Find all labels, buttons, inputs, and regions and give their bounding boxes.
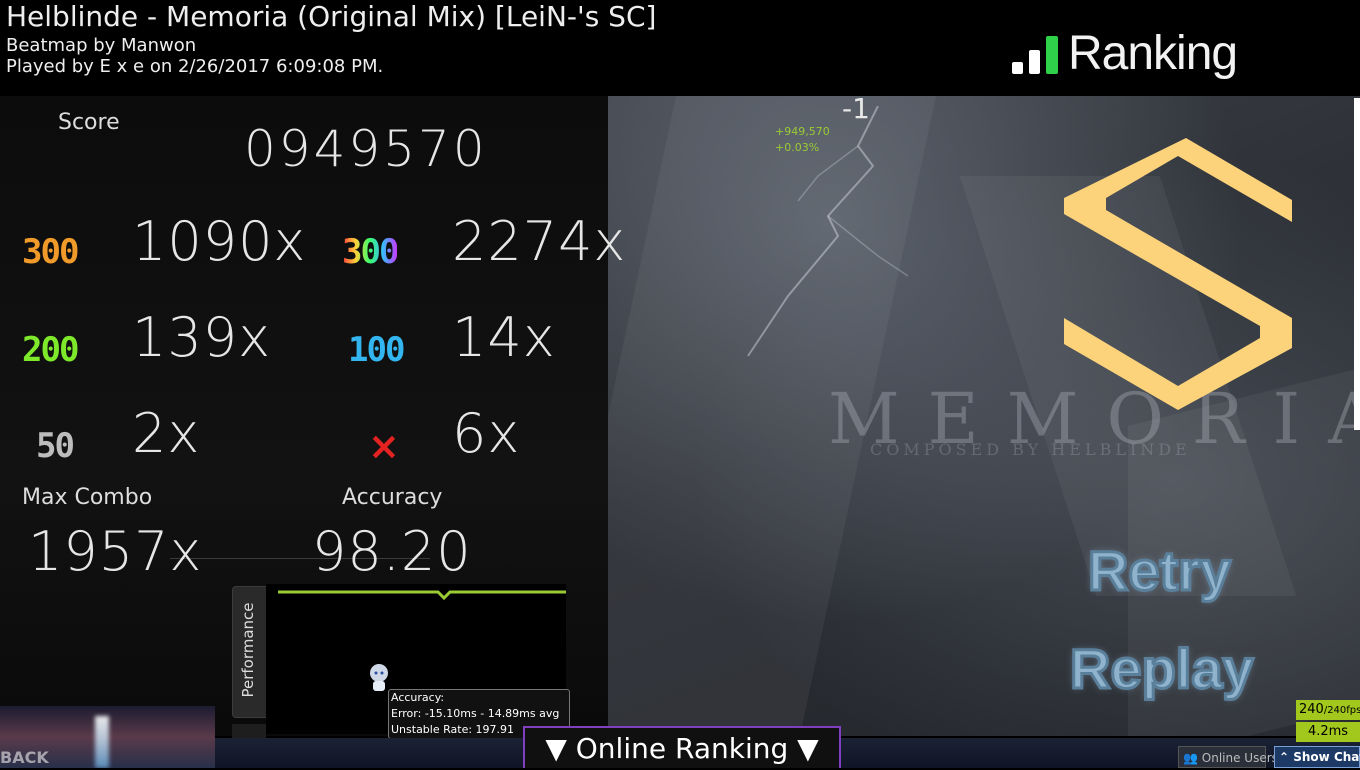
fps-value: 240 (1299, 702, 1324, 717)
combo-delta: -1 (842, 92, 870, 125)
performance-tab[interactable]: Performance (232, 586, 268, 718)
score-gain-value: +949,570 (775, 125, 830, 138)
back-button[interactable]: BACK (0, 748, 49, 767)
chevron-up-icon: ⌃ (1279, 750, 1290, 764)
judgement-300-count: 1090x (132, 210, 307, 273)
signal-bars-icon (1012, 36, 1058, 74)
online-users-label: Online Users (1201, 751, 1278, 765)
performance-tab-label: Performance (239, 602, 257, 698)
judgement-300-icon: 300 (22, 232, 79, 272)
judgement-200-icon: 200 (22, 330, 79, 370)
beatmap-author: Beatmap by Manwon (6, 35, 197, 56)
ranking-title: Ranking (1068, 27, 1238, 80)
judgement-100-icon: 100 (348, 330, 405, 370)
replay-button[interactable]: Replay (1069, 636, 1256, 702)
online-users-button[interactable]: 👥 Online Users (1178, 746, 1278, 768)
tooltip-accuracy-line: Accuracy: (391, 691, 445, 704)
online-ranking-button[interactable]: ▼ Online Ranking ▼ (523, 726, 841, 768)
judgement-50-icon: 50 (36, 426, 75, 466)
judgement-100-count: 14x (452, 306, 556, 369)
score-value: 0949570 (244, 120, 488, 178)
score-gain: +949,570 +0.03% (775, 124, 830, 156)
max-combo-value: 1957x (28, 520, 203, 583)
accuracy-value: 98.20 (312, 520, 472, 583)
max-combo-label: Max Combo (22, 485, 153, 510)
users-icon: 👥 (1183, 751, 1198, 765)
accuracy-label: Accuracy (342, 485, 443, 510)
background-composed-line: COMPOSED BY HELBLINDE (870, 440, 1191, 459)
scrollbar[interactable] (1354, 98, 1360, 430)
show-chat-label: Show Chat (1293, 750, 1360, 764)
show-chat-button[interactable]: ⌃ Show Chat (1274, 746, 1360, 768)
latency-counter: 4.2ms (1296, 722, 1360, 742)
played-by: Played by E x e on 2/26/2017 6:09:08 PM. (6, 56, 384, 77)
performance-graph-line (278, 590, 566, 601)
retry-button[interactable]: Retry (1086, 538, 1232, 604)
fps-cap: /240fps (1323, 705, 1360, 716)
score-label: Score (58, 110, 120, 135)
secondary-tab[interactable] (232, 724, 266, 738)
miss-icon: × (368, 424, 400, 468)
lightning-decoration (747, 106, 909, 357)
percent-gain-value: +0.03% (775, 141, 820, 154)
judgement-geki-count: 2274x (452, 210, 627, 273)
judgement-50-count: 2x (132, 402, 201, 465)
miss-count: 6x (452, 402, 521, 465)
grade-s-icon (1064, 138, 1292, 410)
song-title: Helblinde - Memoria (Original Mix) [LeiN… (6, 0, 657, 33)
fps-counter: 240/240fps (1296, 700, 1360, 720)
tooltip-error-line: Error: -15.10ms - 14.89ms avg (391, 707, 560, 720)
judgement-200-count: 139x (132, 306, 272, 369)
judgement-geki-icon: 300 (342, 232, 399, 272)
